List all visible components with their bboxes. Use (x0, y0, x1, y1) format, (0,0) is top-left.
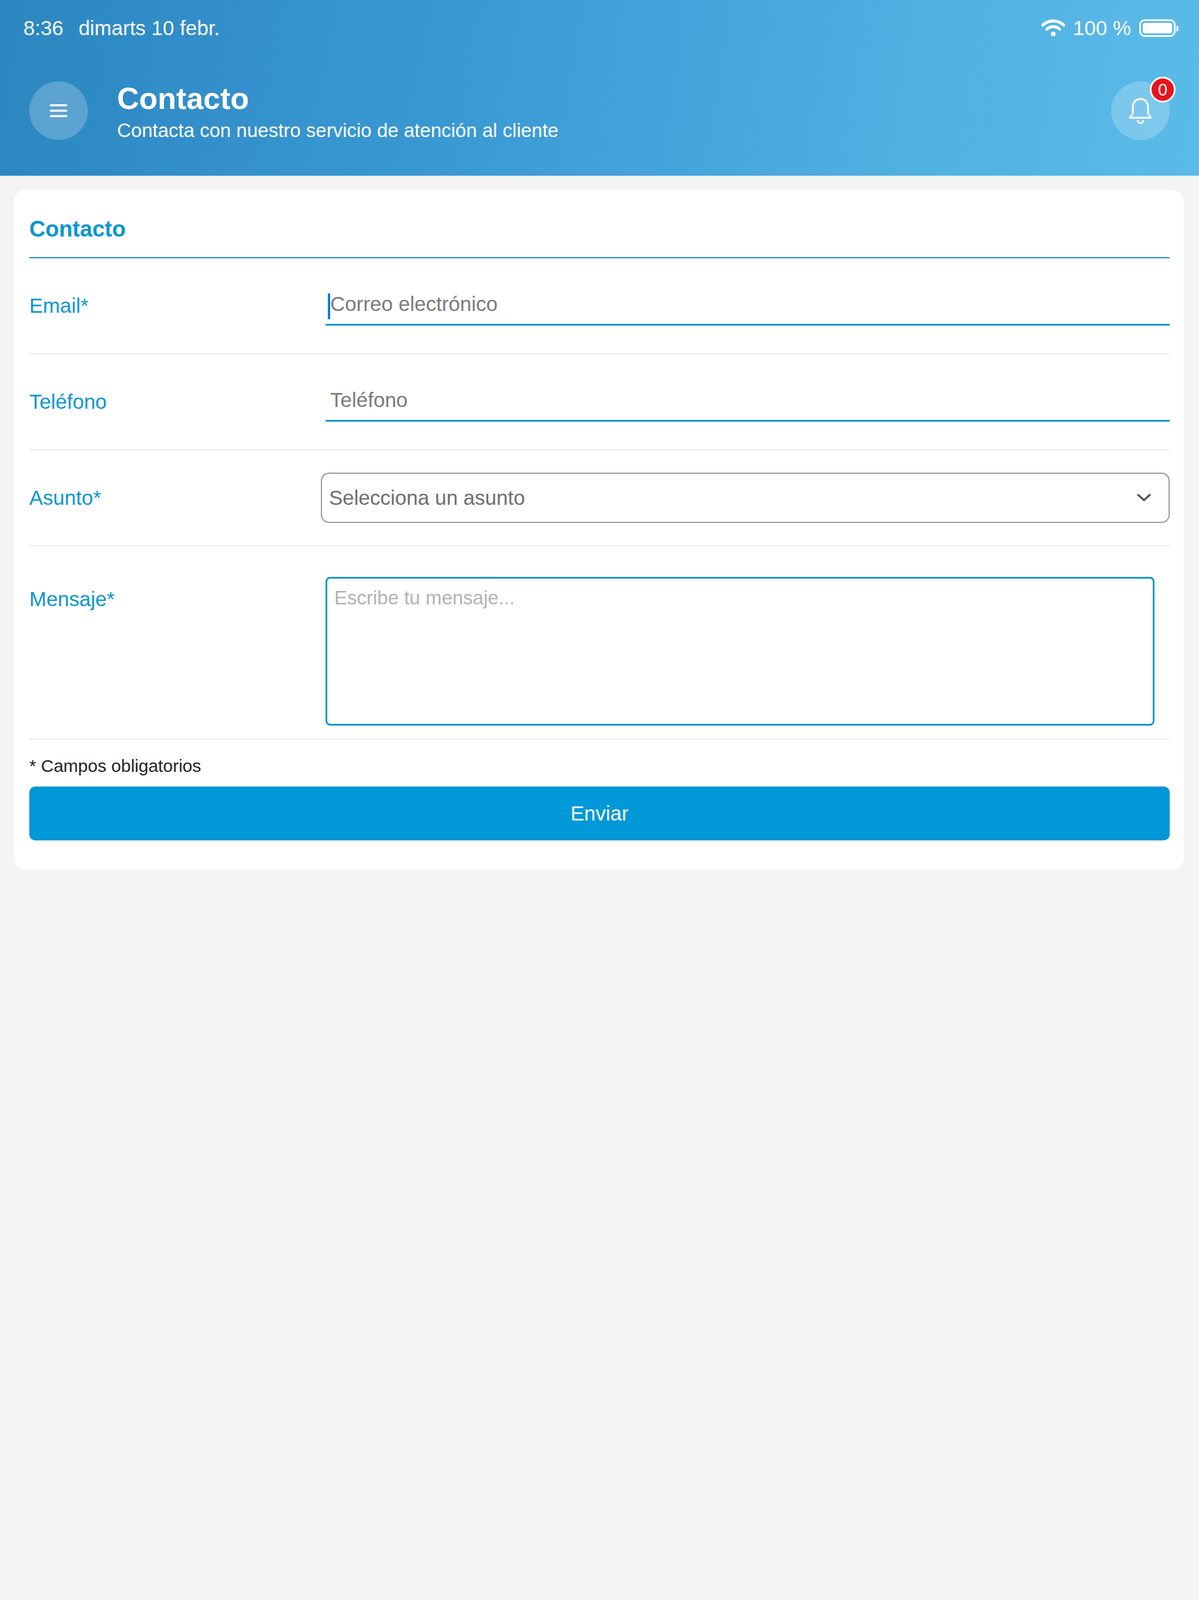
field-label: Asunto* (29, 482, 326, 513)
field-label: Email* (29, 290, 326, 321)
notifications-button[interactable]: 0 (1111, 81, 1170, 140)
notification-badge: 0 (1149, 76, 1176, 103)
menu-button[interactable] (29, 81, 88, 140)
form-row: Email* (29, 258, 1170, 355)
message-textarea[interactable] (325, 576, 1155, 726)
field-label: Mensaje* (29, 546, 326, 615)
date: dimarts 10 febr. (78, 16, 220, 40)
select-placeholder: Selecciona un asunto (329, 485, 526, 510)
field (325, 382, 1170, 422)
wifi-icon (1041, 18, 1065, 38)
field-label: Teléfono (29, 386, 326, 417)
status-left: 8:36 dimarts 10 febr. (23, 16, 220, 40)
header-bar: ContactoContacta con nuestro servicio de… (0, 45, 1199, 176)
header-text: ContactoContacta con nuestro servicio de… (117, 79, 1082, 143)
battery-fill (1142, 22, 1173, 34)
subject-select[interactable]: Selecciona un asunto (320, 472, 1170, 523)
form-row: Teléfono (29, 354, 1170, 451)
contact-card: Contacto Email* Teléfono Asunto*Selecciona … (14, 189, 1184, 870)
menu-icon (48, 102, 69, 119)
header: 8:36 dimarts 10 febr. 100 % ContactoContact… (0, 0, 1199, 176)
card-title: Contacto (29, 207, 1170, 259)
page-title: Contacto (117, 81, 1082, 116)
bell-icon (1127, 96, 1154, 125)
text-input[interactable] (325, 382, 1170, 422)
text-caret (327, 293, 331, 320)
field: Selecciona un asunto (325, 472, 1170, 523)
clock: 8:36 (23, 16, 64, 40)
battery-percent: 100 % (1073, 16, 1132, 40)
text-input[interactable] (325, 286, 1170, 326)
page-subtitle: Contacta con nuestro servicio de atenció… (117, 118, 1082, 143)
form-row: Mensaje* (29, 546, 1170, 740)
form-row: Asunto*Selecciona un asunto (29, 450, 1170, 547)
chevron-down-icon (1135, 492, 1153, 503)
status-bar: 8:36 dimarts 10 febr. 100 % (0, 0, 1199, 46)
field (325, 546, 1170, 728)
battery-icon (1139, 19, 1176, 37)
status-right: 100 % (1041, 16, 1176, 40)
field (325, 286, 1170, 326)
required-note: * Campos obligatorios (29, 739, 1170, 787)
submit-button[interactable]: Enviar (29, 786, 1170, 841)
